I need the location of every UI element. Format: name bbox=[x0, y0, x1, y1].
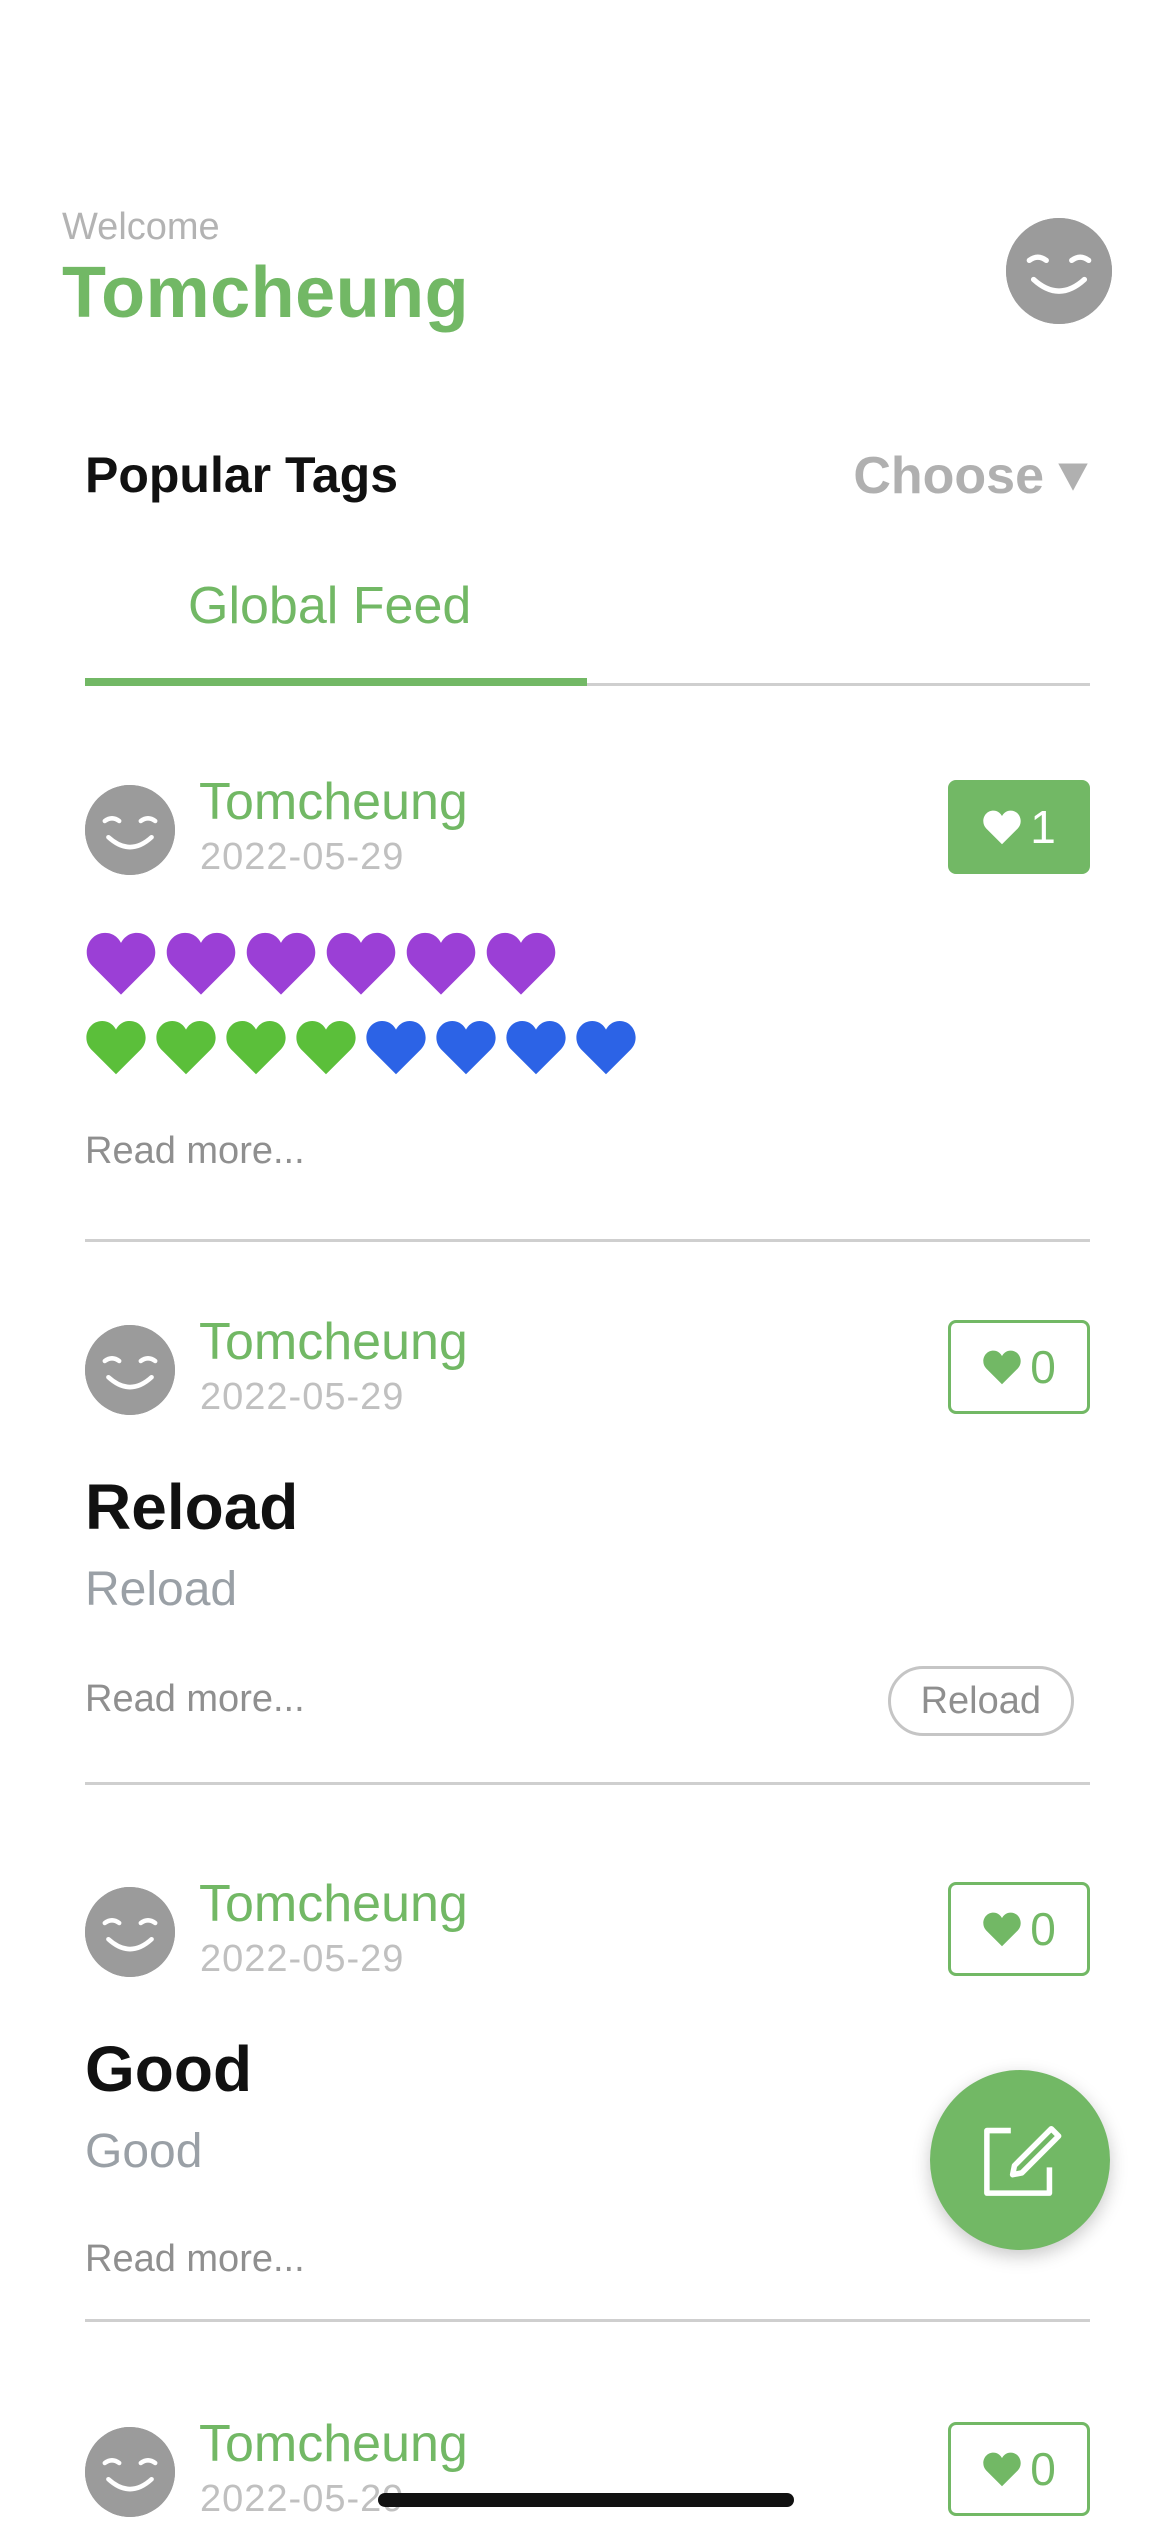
favorite-button[interactable]: 0 bbox=[948, 1882, 1090, 1976]
heart-icon bbox=[982, 1911, 1022, 1947]
favorite-count: 0 bbox=[1030, 1341, 1056, 1393]
article-card[interactable]: Tomcheung 2022-05-29 1 Read more... bbox=[85, 773, 1090, 1242]
profile-avatar-button[interactable] bbox=[1006, 218, 1112, 324]
author-name[interactable]: Tomcheung bbox=[199, 1312, 468, 1372]
blue-heart-icon bbox=[575, 1017, 637, 1077]
smiley-face-icon bbox=[1006, 218, 1112, 324]
heart-icon bbox=[982, 809, 1022, 845]
choose-tag-label: Choose bbox=[853, 447, 1044, 505]
feed-tabs: Global Feed bbox=[85, 560, 1090, 686]
read-more-link[interactable]: Read more... bbox=[85, 1130, 305, 1173]
author-avatar[interactable] bbox=[85, 2427, 175, 2517]
green-heart-icon bbox=[155, 1017, 217, 1077]
author-avatar[interactable] bbox=[85, 1325, 175, 1415]
read-more-link[interactable]: Read more... bbox=[85, 2238, 305, 2281]
heart-icon bbox=[982, 1349, 1022, 1385]
purple-heart-icon bbox=[85, 930, 157, 996]
username-title: Tomcheung bbox=[62, 253, 470, 333]
green-heart-icon bbox=[295, 1017, 357, 1077]
new-article-button[interactable] bbox=[930, 2070, 1110, 2250]
home-indicator[interactable] bbox=[378, 2493, 794, 2507]
favorite-count: 1 bbox=[1030, 801, 1056, 853]
article-meta: Tomcheung 2022-05-29 0 bbox=[85, 1313, 1090, 1420]
article-meta: Tomcheung 2022-05-29 0 bbox=[85, 2415, 1090, 2522]
purple-heart-icon bbox=[325, 930, 397, 996]
purple-heart-icon bbox=[485, 930, 557, 996]
article-card[interactable]: Tomcheung 2022-05-29 0 Good Good Read mo… bbox=[85, 1875, 1090, 2322]
purple-heart-icon bbox=[245, 930, 317, 996]
article-date: 2022-05-29 bbox=[200, 2478, 405, 2520]
tab-global-feed-label: Global Feed bbox=[188, 577, 472, 635]
article-title: Good bbox=[85, 2033, 253, 2105]
popular-tags-title: Popular Tags bbox=[85, 447, 399, 503]
purple-heart-icon bbox=[405, 930, 477, 996]
blue-heart-icon bbox=[365, 1017, 427, 1077]
favorite-button[interactable]: 0 bbox=[948, 2422, 1090, 2516]
author-name[interactable]: Tomcheung bbox=[199, 1874, 468, 1934]
choose-tag-dropdown[interactable]: Choose bbox=[853, 446, 1090, 506]
author-avatar[interactable] bbox=[85, 1887, 175, 1977]
read-more-link[interactable]: Read more... bbox=[85, 1678, 305, 1721]
smiley-face-icon bbox=[85, 2427, 175, 2517]
heart-icon bbox=[982, 2451, 1022, 2487]
smiley-face-icon bbox=[85, 1887, 175, 1977]
green-heart-icon bbox=[225, 1017, 287, 1077]
article-description: Reload bbox=[85, 1563, 238, 1616]
article-description-emoji bbox=[85, 1017, 637, 1077]
favorite-button[interactable]: 1 bbox=[948, 780, 1090, 874]
favorite-button[interactable]: 0 bbox=[948, 1320, 1090, 1414]
article-tag[interactable]: Reload bbox=[887, 1666, 1074, 1736]
popular-tags-row: Popular Tags Choose bbox=[85, 440, 1090, 510]
smiley-face-icon bbox=[85, 1325, 175, 1415]
article-date: 2022-05-29 bbox=[200, 1938, 405, 1980]
compose-icon bbox=[984, 2125, 1062, 2196]
triangle-down-icon bbox=[1058, 463, 1088, 491]
welcome-label: Welcome bbox=[62, 206, 220, 248]
article-date: 2022-05-29 bbox=[200, 836, 405, 878]
article-card[interactable]: Tomcheung 2022-05-29 0 Reload Reload Rea… bbox=[85, 1313, 1090, 1785]
favorite-count: 0 bbox=[1030, 2443, 1056, 2495]
article-title-emoji bbox=[85, 930, 557, 996]
author-name[interactable]: Tomcheung bbox=[199, 2414, 468, 2474]
blue-heart-icon bbox=[505, 1017, 567, 1077]
article-card[interactable]: Tomcheung 2022-05-29 0 bbox=[85, 2415, 1090, 2532]
favorite-count: 0 bbox=[1030, 1903, 1056, 1955]
tab-global-feed[interactable]: Global Feed bbox=[85, 560, 587, 686]
author-avatar[interactable] bbox=[85, 785, 175, 875]
article-meta: Tomcheung 2022-05-29 0 bbox=[85, 1875, 1090, 1982]
smiley-face-icon bbox=[85, 785, 175, 875]
purple-heart-icon bbox=[165, 930, 237, 996]
blue-heart-icon bbox=[435, 1017, 497, 1077]
article-meta: Tomcheung 2022-05-29 1 bbox=[85, 773, 1090, 880]
welcome-header: Welcome Tomcheung bbox=[62, 200, 1122, 340]
article-description: Good bbox=[85, 2125, 203, 2178]
green-heart-icon bbox=[85, 1017, 147, 1077]
article-title: Reload bbox=[85, 1471, 299, 1543]
article-date: 2022-05-29 bbox=[200, 1376, 405, 1418]
author-name[interactable]: Tomcheung bbox=[199, 772, 468, 832]
